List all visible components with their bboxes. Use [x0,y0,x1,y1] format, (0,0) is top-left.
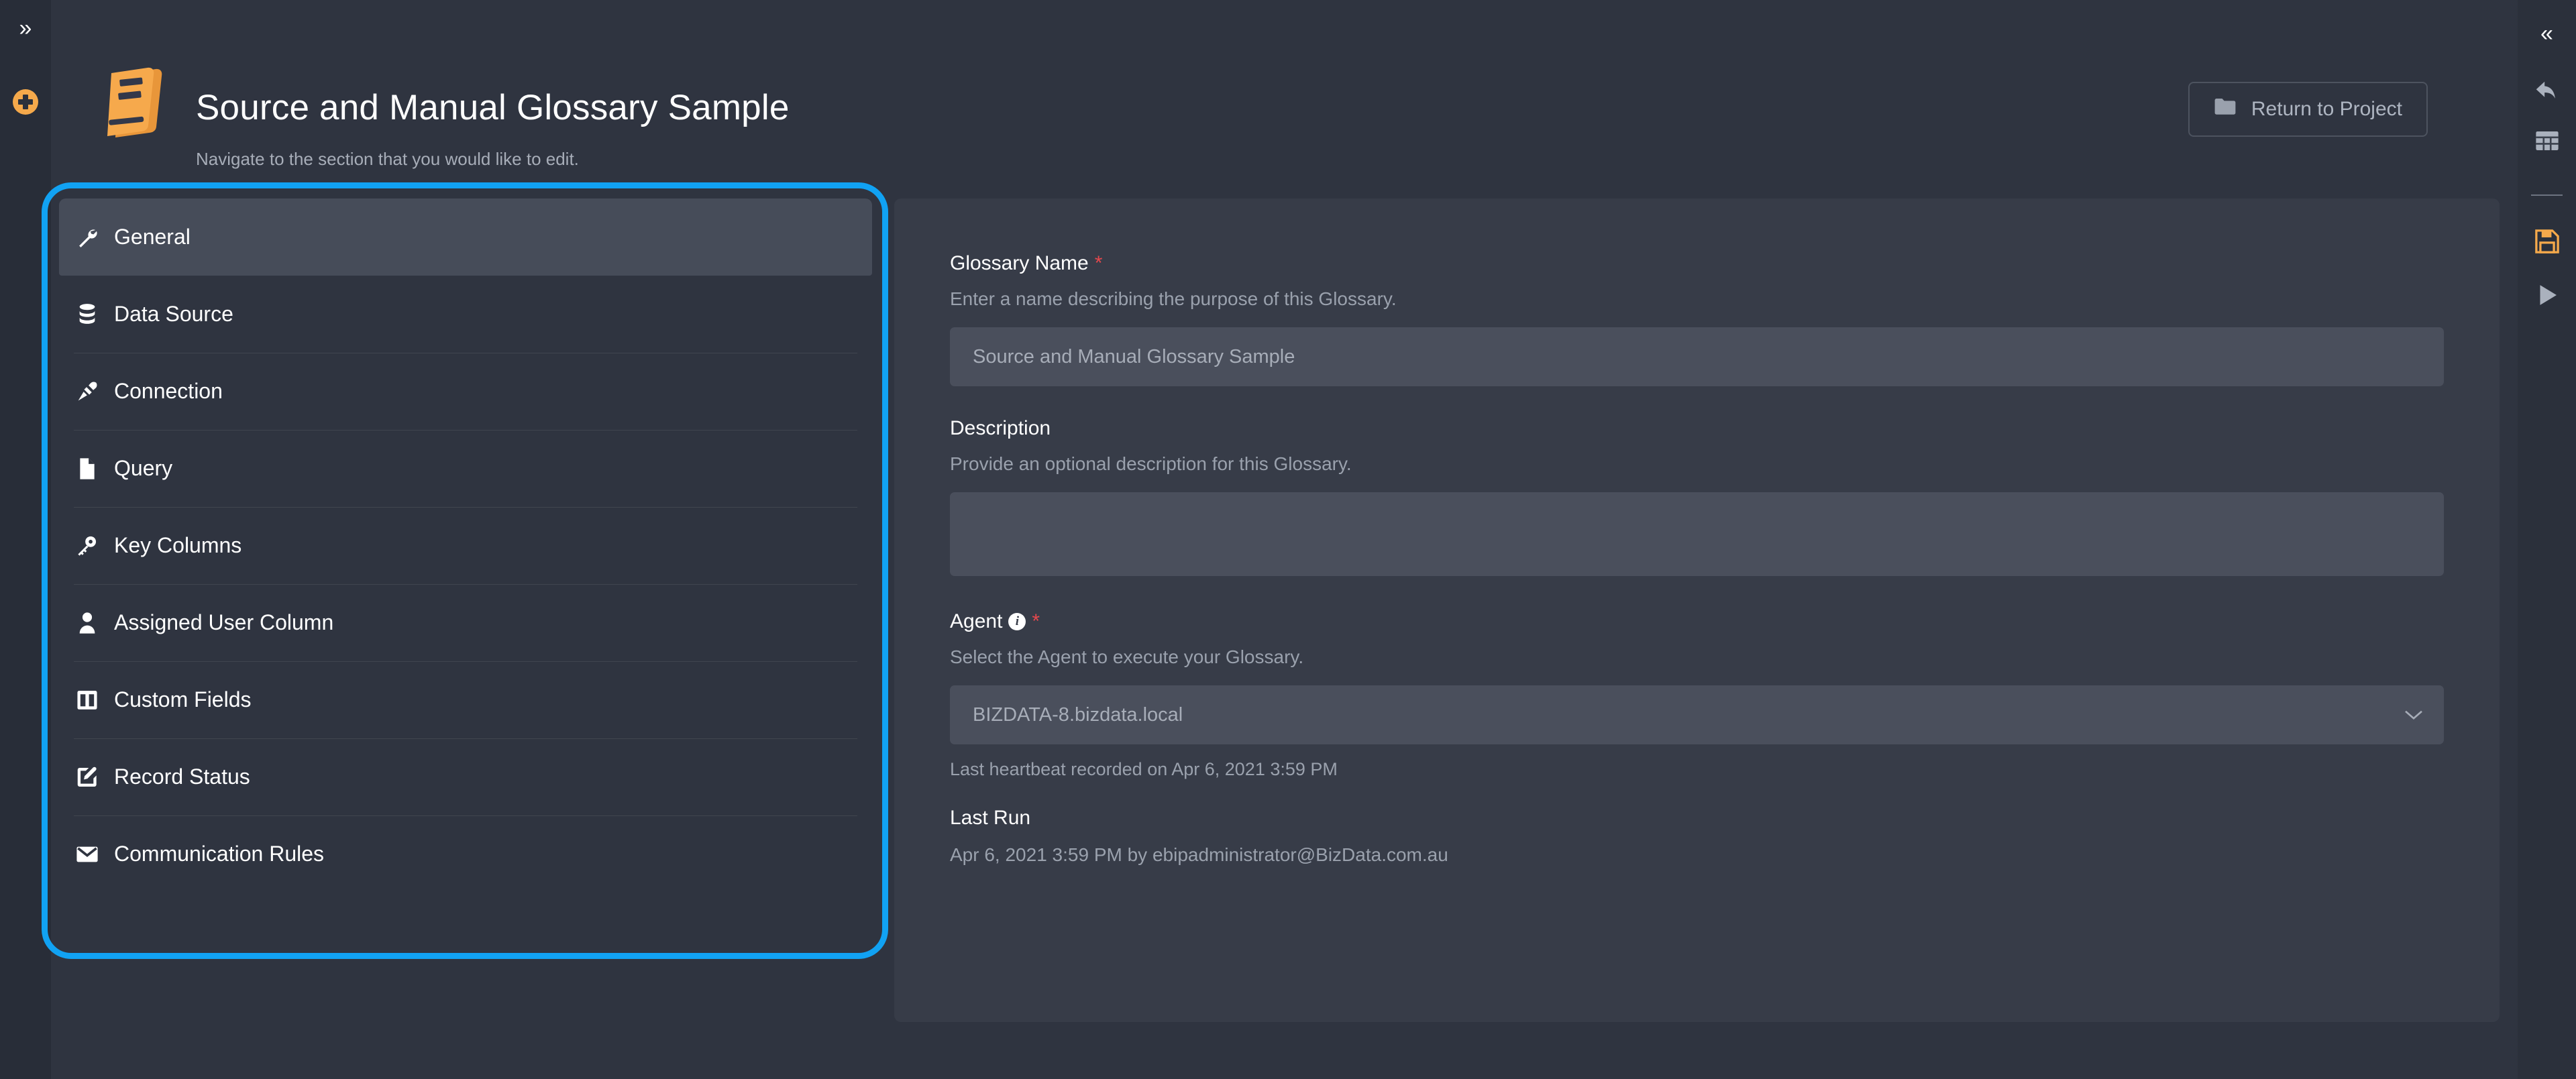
menu-item-label: Query [114,456,173,480]
last-run-value: Apr 6, 2021 3:59 PM by ebipadministrator… [950,844,1448,865]
menu-item-data-source[interactable]: Data Source [74,276,857,353]
return-to-project-button[interactable]: Return to Project [2188,82,2428,137]
menu-item-label: Key Columns [114,533,242,557]
undo-arrow-icon[interactable] [2518,72,2576,113]
menu-item-label: Connection [114,379,223,403]
info-icon[interactable]: i [1008,613,1026,630]
envelope-icon [74,841,101,868]
page-title: Source and Manual Glossary Sample [196,88,790,127]
required-asterisk: * [1032,610,1040,632]
description-textarea[interactable] [950,492,2444,576]
agent-select[interactable]: BIZDATA-8.bizdata.local [950,685,2444,744]
last-run-group: Last Run Apr 6, 2021 3:59 PM by ebipadmi… [950,807,2444,866]
key-icon [74,532,101,559]
right-rail: « [2518,0,2576,1079]
agent-label: Agent i * [950,610,1040,632]
agent-field-group: Agent i * Select the Agent to execute yo… [950,610,2444,780]
book-glossary-icon [102,64,172,139]
last-run-label: Last Run [950,807,1031,829]
description-field-group: Description Provide an optional descript… [950,417,2444,579]
menu-item-label: Record Status [114,764,250,789]
general-settings-form: Glossary Name * Enter a name describing … [894,198,2500,1022]
menu-item-key-columns[interactable]: Key Columns [74,507,857,584]
columns-icon [74,687,101,714]
wrench-icon [74,224,101,251]
page-header: Source and Manual Glossary Sample Naviga… [51,0,2518,194]
user-icon [74,610,101,636]
folder-icon [2214,97,2237,121]
menu-item-general[interactable]: General [59,198,872,276]
description-help: Provide an optional description for this… [950,453,1352,474]
description-label: Description [950,417,1051,439]
menu-item-communication-rules[interactable]: Communication Rules [74,815,857,893]
floppy-save-icon[interactable] [2518,221,2576,262]
table-grid-icon[interactable] [2518,121,2576,161]
plus-circle-icon[interactable] [0,86,51,118]
glossary-name-help: Enter a name describing the purpose of t… [950,288,1397,309]
section-menu: General Data Source Connection Query Key… [59,198,872,951]
return-to-project-label: Return to Project [2251,98,2402,120]
left-rail: » [0,0,51,1079]
page-subtitle: Navigate to the section that you would l… [196,149,579,169]
menu-item-assigned-user-column[interactable]: Assigned User Column [74,584,857,661]
menu-item-label: Assigned User Column [114,610,334,634]
menu-item-custom-fields[interactable]: Custom Fields [74,661,857,738]
menu-item-label: Custom Fields [114,687,252,712]
agent-help: Select the Agent to execute your Glossar… [950,646,1304,667]
rail-divider [2531,194,2563,196]
file-icon [74,455,101,482]
pencil-square-icon [74,764,101,791]
glossary-name-input[interactable] [950,327,2444,386]
plug-icon [74,378,101,405]
app-root: » « Source and Manual Glossary Sample Na… [0,0,2576,1079]
menu-item-label: Communication Rules [114,842,325,866]
glossary-name-field-group: Glossary Name * Enter a name describing … [950,252,2444,386]
agent-select-value: BIZDATA-8.bizdata.local [973,703,1183,726]
database-icon [74,301,101,328]
menu-item-connection[interactable]: Connection [74,353,857,430]
menu-item-label: Data Source [114,302,233,326]
glossary-name-label: Glossary Name * [950,252,1103,274]
required-asterisk: * [1094,252,1103,274]
play-run-icon[interactable] [2518,275,2576,315]
chevron-double-left-icon[interactable]: « [2518,13,2576,54]
menu-item-record-status[interactable]: Record Status [74,738,857,815]
menu-item-label: General [114,225,191,249]
menu-item-query[interactable]: Query [74,430,857,507]
agent-heartbeat-note: Last heartbeat recorded on Apr 6, 2021 3… [950,759,1338,779]
chevron-double-right-icon[interactable]: » [0,12,51,44]
